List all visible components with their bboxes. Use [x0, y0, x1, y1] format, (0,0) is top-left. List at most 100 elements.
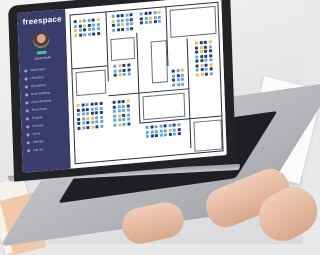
desk[interactable]	[127, 72, 131, 76]
desk[interactable]	[148, 11, 152, 15]
desk[interactable]	[208, 40, 212, 44]
desk[interactable]	[120, 22, 124, 27]
desk[interactable]	[157, 10, 161, 14]
desk[interactable]	[90, 125, 94, 129]
desk[interactable]	[85, 107, 89, 111]
desk[interactable]	[81, 107, 85, 112]
desk[interactable]	[95, 124, 99, 128]
desk[interactable]	[204, 58, 208, 62]
meeting-room[interactable]	[169, 5, 217, 38]
desk[interactable]	[122, 68, 126, 72]
meeting-room[interactable]	[142, 92, 186, 121]
desk[interactable]	[168, 128, 172, 132]
desk[interactable]	[117, 118, 121, 122]
desk[interactable]	[203, 40, 207, 44]
desk[interactable]	[85, 112, 90, 116]
desk[interactable]	[116, 18, 120, 23]
desk[interactable]	[117, 104, 121, 109]
desk[interactable]	[125, 13, 129, 17]
desk[interactable]	[129, 17, 133, 21]
desk[interactable]	[195, 68, 199, 72]
desk[interactable]	[113, 69, 117, 73]
desk[interactable]	[85, 103, 89, 107]
desk[interactable]	[91, 27, 96, 31]
desk[interactable]	[199, 50, 203, 54]
desk[interactable]	[126, 108, 130, 112]
desk[interactable]	[163, 133, 167, 137]
desk[interactable]	[76, 103, 80, 108]
desk[interactable]	[90, 107, 94, 111]
floor-plan[interactable]	[65, 0, 227, 169]
desk[interactable]	[159, 129, 163, 133]
desk[interactable]	[90, 111, 94, 115]
desk[interactable]	[94, 106, 98, 110]
desk[interactable]	[112, 109, 116, 113]
desk[interactable]	[91, 18, 95, 22]
desk[interactable]	[126, 112, 130, 117]
desk[interactable]	[73, 20, 77, 24]
desk[interactable]	[126, 67, 131, 72]
desk[interactable]	[199, 45, 203, 49]
desk[interactable]	[87, 32, 91, 36]
desk[interactable]	[144, 16, 148, 20]
meeting-room[interactable]	[193, 119, 223, 152]
desk[interactable]	[144, 11, 148, 16]
desk[interactable]	[99, 106, 103, 110]
desk[interactable]	[113, 114, 117, 118]
desk[interactable]	[208, 58, 212, 62]
desk[interactable]	[113, 123, 117, 127]
desk[interactable]	[76, 112, 81, 117]
desk[interactable]	[113, 73, 117, 77]
desk[interactable]	[120, 13, 124, 18]
desk[interactable]	[172, 123, 176, 127]
desk[interactable]	[194, 45, 198, 50]
desk[interactable]	[111, 14, 115, 18]
desk[interactable]	[194, 41, 198, 45]
desk[interactable]	[181, 82, 185, 86]
desk[interactable]	[204, 72, 208, 76]
desk[interactable]	[208, 53, 212, 58]
desk[interactable]	[200, 72, 204, 76]
desk[interactable]	[125, 22, 129, 26]
desk[interactable]	[120, 18, 124, 22]
desk[interactable]	[78, 19, 82, 23]
desk[interactable]	[129, 22, 133, 26]
desk[interactable]	[99, 124, 103, 128]
desk[interactable]	[126, 121, 130, 126]
desk[interactable]	[208, 62, 213, 66]
desk[interactable]	[112, 28, 116, 32]
desk[interactable]	[86, 125, 90, 129]
desk[interactable]	[171, 73, 175, 78]
desk[interactable]	[90, 102, 94, 106]
desk[interactable]	[74, 33, 78, 37]
desk[interactable]	[91, 22, 95, 27]
desk[interactable]	[112, 100, 116, 104]
desk[interactable]	[203, 45, 207, 49]
desk[interactable]	[200, 68, 204, 72]
desk[interactable]	[94, 102, 98, 106]
desk[interactable]	[76, 108, 80, 112]
desk[interactable]	[157, 19, 161, 23]
meeting-room[interactable]	[150, 40, 169, 84]
desk[interactable]	[172, 127, 176, 132]
desk[interactable]	[154, 134, 158, 138]
desk[interactable]	[117, 109, 121, 113]
desk[interactable]	[195, 72, 199, 77]
desk[interactable]	[204, 67, 208, 71]
desk[interactable]	[122, 72, 126, 77]
desk[interactable]	[95, 120, 99, 124]
desk[interactable]	[87, 18, 91, 23]
desk[interactable]	[168, 132, 172, 137]
desk[interactable]	[195, 54, 199, 59]
desk[interactable]	[111, 19, 115, 23]
desk[interactable]	[81, 112, 85, 116]
desk[interactable]	[172, 82, 176, 87]
desk[interactable]	[73, 24, 77, 28]
desk[interactable]	[126, 117, 130, 121]
desk[interactable]	[99, 119, 103, 124]
desk[interactable]	[177, 132, 181, 136]
desk[interactable]	[122, 117, 126, 122]
desk[interactable]	[145, 134, 149, 139]
desk[interactable]	[153, 11, 157, 15]
desk[interactable]	[154, 125, 158, 129]
